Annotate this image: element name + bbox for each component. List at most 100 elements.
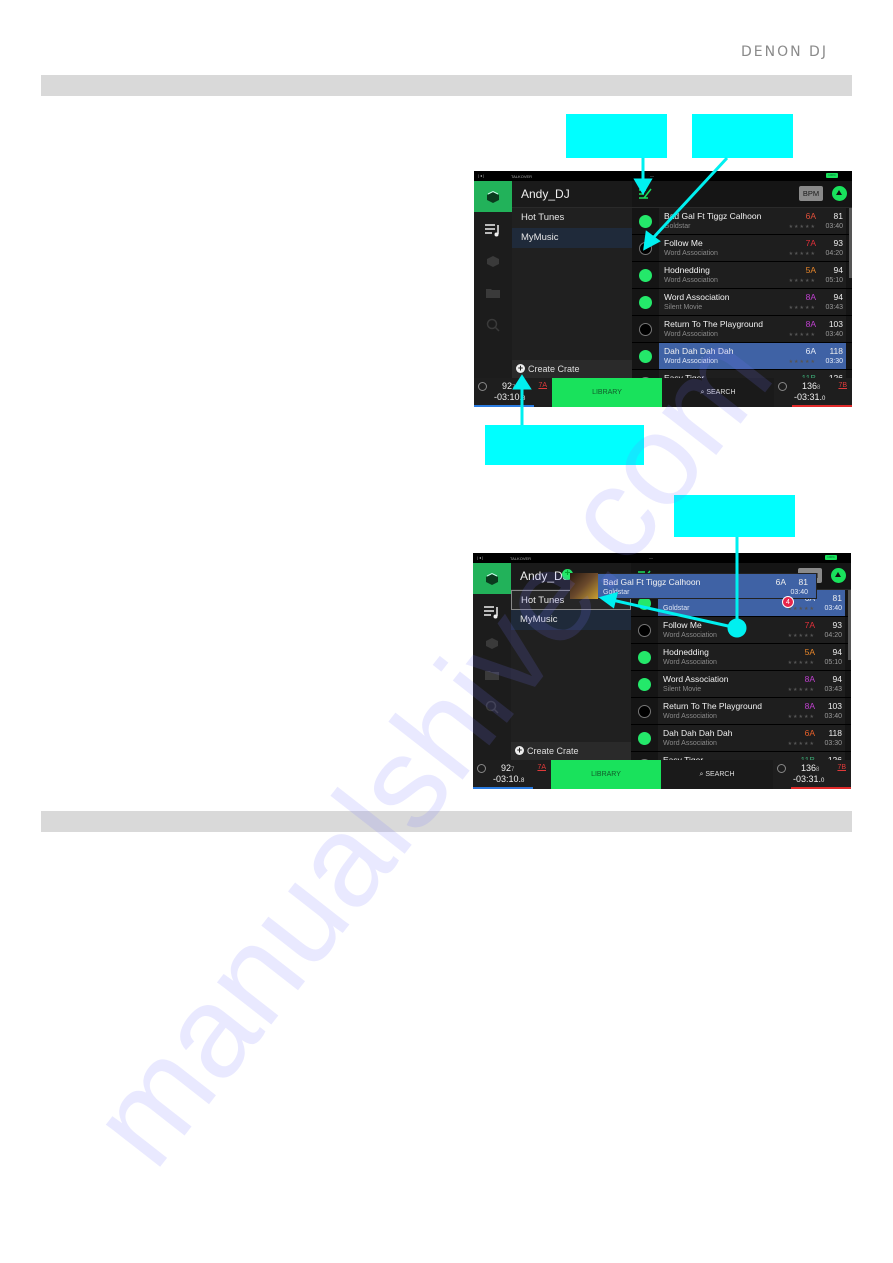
rail-search[interactable] <box>474 309 512 340</box>
status-bar: |◂| TALKOVER — 100% <box>473 553 851 563</box>
track-rating-stars[interactable]: ★★★★★ <box>788 714 815 720</box>
track-body[interactable]: Return To The Playground Word Associatio… <box>658 698 845 724</box>
crate-stack-icon <box>486 572 498 585</box>
library-button[interactable]: LIBRARY <box>552 378 662 407</box>
track-select-checkbox[interactable] <box>638 705 651 718</box>
track-list-scrollbar[interactable] <box>849 208 852 278</box>
track-body[interactable]: Hodnedding Word Association 5A 94 ★★★★★ … <box>658 644 845 670</box>
track-rating-stars[interactable]: ★★★★★ <box>788 741 815 747</box>
sync-icon <box>777 764 786 773</box>
track-body[interactable]: Bad Gal Ft Tiggz Calhoon Goldstar 6A 81 … <box>659 208 846 234</box>
track-bpm: 81 <box>833 211 843 221</box>
track-body[interactable]: Follow Me Word Association 7A 93 ★★★★★ 0… <box>659 235 846 261</box>
rail-playlists[interactable] <box>474 214 512 245</box>
track-rating-stars[interactable]: ★★★★★ <box>788 660 815 666</box>
callout-box-drag <box>674 495 795 537</box>
status-left: |◂| <box>477 555 485 560</box>
crate-item[interactable]: Hot Tunes <box>512 208 632 228</box>
deck-time: -03:10.8 <box>494 392 525 402</box>
rail-files[interactable] <box>473 659 511 690</box>
rail-engine-prime[interactable] <box>474 181 512 212</box>
deck-left-info[interactable]: 927 -03:10.8 7A <box>473 760 551 789</box>
track-select-checkbox[interactable] <box>639 323 652 336</box>
rail-engine-prime[interactable] <box>473 563 511 594</box>
dragged-track[interactable]: Bad Gal Ft Tiggz Calhoon Goldstar 6A 81 … <box>570 573 817 599</box>
playlist-icon <box>484 605 498 618</box>
rail-prepare[interactable] <box>474 245 512 276</box>
track-select-checkbox[interactable] <box>639 269 652 282</box>
track-bpm: 103 <box>828 319 843 329</box>
edit-list-icon[interactable] <box>638 187 652 201</box>
track-rating-stars[interactable]: ★★★★★ <box>789 359 816 365</box>
deck-left-info[interactable]: 927 -03:10.8 7A <box>474 378 552 407</box>
track-body[interactable]: Hodnedding Word Association 5A 94 ★★★★★ … <box>659 262 846 288</box>
deck-bpm-decimal: 8 <box>816 767 820 773</box>
track-row[interactable]: Bad Gal Ft Tiggz Calhoon Goldstar 6A 81 … <box>632 208 852 235</box>
track-row[interactable]: Hodnedding Word Association 5A 94 ★★★★★ … <box>631 644 851 671</box>
track-list-scrollbar[interactable] <box>848 590 851 660</box>
track-body[interactable]: Word Association Silent Movie 8A 94 ★★★★… <box>658 671 845 697</box>
track-body[interactable]: Dah Dah Dah Dah Word Association 6A 118 … <box>658 725 845 751</box>
track-body[interactable]: Return To The Playground Word Associatio… <box>659 316 846 342</box>
track-body[interactable]: Word Association Silent Movie 8A 94 ★★★★… <box>659 289 846 315</box>
crate-stack-icon <box>487 190 499 203</box>
track-select-checkbox[interactable] <box>639 242 652 255</box>
create-crate-button[interactable]: + Create Crate <box>512 360 632 378</box>
track-rating-stars[interactable]: ★★★★★ <box>788 606 815 612</box>
track-rating-stars[interactable]: ★★★★★ <box>788 687 815 693</box>
track-row[interactable]: Return To The Playground Word Associatio… <box>631 698 851 725</box>
track-rating-stars[interactable]: ★★★★★ <box>788 633 815 639</box>
track-key: 8A <box>805 319 816 329</box>
track-select-checkbox[interactable] <box>638 678 651 691</box>
track-artist: Silent Movie <box>664 304 703 311</box>
rail-playlists[interactable] <box>473 596 511 627</box>
talkover-label[interactable]: TALKOVER <box>510 556 531 561</box>
crate-item[interactable]: MyMusic <box>511 610 631 630</box>
track-select-checkbox[interactable] <box>639 296 652 309</box>
track-length: 05:10 <box>824 659 842 666</box>
bpm-sort-button[interactable]: BPM <box>799 186 823 201</box>
section-header-bar <box>41 75 852 96</box>
track-row[interactable]: Dah Dah Dah Dah Word Association 6A 118 … <box>631 725 851 752</box>
track-select-checkbox[interactable] <box>639 350 652 363</box>
track-body[interactable]: Follow Me Word Association 7A 93 ★★★★★ 0… <box>658 617 845 643</box>
talkover-label[interactable]: TALKOVER <box>511 174 532 179</box>
track-select-checkbox[interactable] <box>639 215 652 228</box>
rail-files[interactable] <box>474 277 512 308</box>
track-rating-stars[interactable]: ★★★★★ <box>789 305 816 311</box>
track-select-checkbox[interactable] <box>638 651 651 664</box>
track-row[interactable]: Follow Me Word Association 7A 93 ★★★★★ 0… <box>631 617 851 644</box>
track-body[interactable]: Dah Dah Dah Dah Word Association 6A 118 … <box>659 343 846 369</box>
bottom-bar: 927 -03:10.8 7A LIBRARY ⌕ SEARCH 1368 -0… <box>474 378 852 407</box>
track-artist: Silent Movie <box>663 686 702 693</box>
eject-up-button[interactable] <box>831 568 846 583</box>
track-row[interactable]: Dah Dah Dah Dah Word Association 6A 118 … <box>632 343 852 370</box>
track-select-checkbox[interactable] <box>638 624 651 637</box>
track-row[interactable]: Word Association Silent Movie 8A 94 ★★★★… <box>631 671 851 698</box>
track-rating-stars[interactable]: ★★★★★ <box>789 332 816 338</box>
track-rating-stars[interactable]: ★★★★★ <box>789 278 816 284</box>
create-crate-button[interactable]: + Create Crate <box>511 742 631 760</box>
track-row[interactable]: Word Association Silent Movie 8A 94 ★★★★… <box>632 289 852 316</box>
track-row[interactable]: Follow Me Word Association 7A 93 ★★★★★ 0… <box>632 235 852 262</box>
track-bpm: 103 <box>827 701 842 711</box>
track-title: Word Association <box>664 292 730 302</box>
track-select-checkbox[interactable] <box>638 732 651 745</box>
rail-prepare[interactable] <box>473 627 511 658</box>
track-rating-stars[interactable]: ★★★★★ <box>789 251 816 257</box>
sync-icon <box>778 382 787 391</box>
deck-right-info[interactable]: 1368 -03:31.0 7B <box>774 378 852 407</box>
track-rating-stars[interactable]: ★★★★★ <box>789 224 816 230</box>
search-button[interactable]: ⌕ SEARCH <box>661 760 773 789</box>
library-button[interactable]: LIBRARY <box>551 760 661 789</box>
track-row[interactable]: Hodnedding Word Association 5A 94 ★★★★★ … <box>632 262 852 289</box>
rail-search[interactable] <box>473 691 511 722</box>
deck-right-info[interactable]: 1368 -03:31.0 7B <box>773 760 851 789</box>
track-row[interactable]: Return To The Playground Word Associatio… <box>632 316 852 343</box>
track-key: 7A <box>804 620 815 630</box>
crate-item[interactable]: MyMusic <box>512 228 632 248</box>
eject-up-button[interactable] <box>832 186 847 201</box>
drag-length: 03:40 <box>790 589 808 596</box>
track-key: 8A <box>804 701 815 711</box>
search-button[interactable]: ⌕ SEARCH <box>662 378 774 407</box>
